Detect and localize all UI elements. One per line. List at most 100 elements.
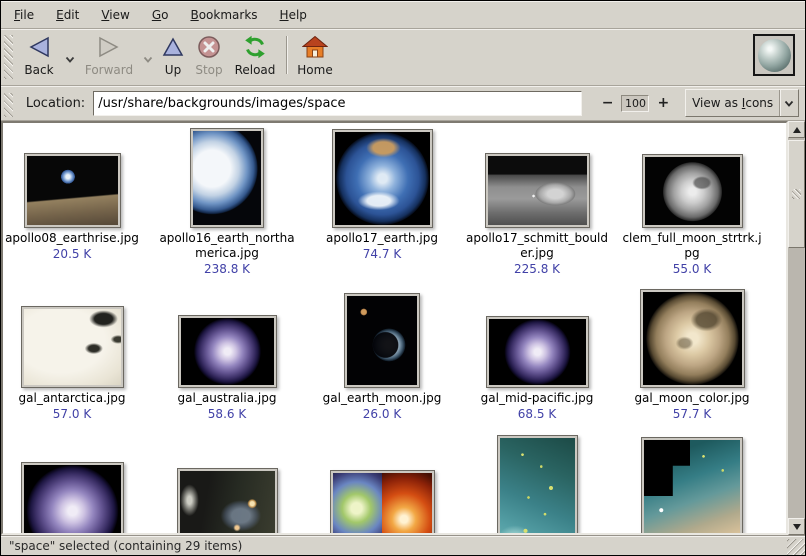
file-item-apollo16-earth-northamerica[interactable]: apollo16_earth_northamerica.jpg 238.8 K xyxy=(154,128,300,277)
file-item-gal-australia[interactable]: gal_australia.jpg 58.6 K xyxy=(154,286,300,422)
file-item-gal-moon-color[interactable]: gal_moon_color.jpg 57.7 K xyxy=(619,286,765,422)
menu-edit[interactable]: Edit xyxy=(45,3,90,27)
back-button[interactable]: Back xyxy=(16,32,62,77)
menu-help[interactable]: Help xyxy=(269,3,318,27)
stop-label: Stop xyxy=(195,63,222,77)
file-name: gal_australia.jpg xyxy=(178,391,277,406)
scrollbar-thumb[interactable] xyxy=(788,140,805,248)
file-item[interactable] xyxy=(309,435,455,535)
arrow-down-icon xyxy=(793,524,801,530)
location-bar: Location: − 100 + View as Icons xyxy=(1,86,805,121)
thumbnail-blue-marble xyxy=(332,129,433,228)
zoom-level-indicator: 100 xyxy=(621,95,649,112)
file-size: 55.0 K xyxy=(673,262,711,277)
file-size: 26.0 K xyxy=(363,407,401,422)
scrollbar-track[interactable] xyxy=(788,138,805,518)
thumbnail-purple-earth xyxy=(21,462,124,535)
thumbnail-earthrise xyxy=(24,153,121,228)
file-name: gal_moon_color.jpg xyxy=(634,391,749,406)
zoom-in-button[interactable]: + xyxy=(655,95,671,111)
menu-bookmarks[interactable]: Bookmarks xyxy=(179,3,268,27)
status-bar: "space" selected (containing 29 items) xyxy=(1,535,805,555)
file-name: apollo17_schmitt_boulder.jpg xyxy=(464,231,610,261)
home-icon xyxy=(302,34,328,60)
menu-file[interactable]: File xyxy=(3,3,45,27)
throbber-globe-icon xyxy=(758,39,791,72)
file-size: 74.7 K xyxy=(363,247,401,262)
reload-button[interactable]: Reload xyxy=(230,32,280,77)
zoom-out-button[interactable]: − xyxy=(600,95,616,111)
file-name: gal_antarctica.jpg xyxy=(19,391,126,406)
forward-history-dropdown[interactable] xyxy=(140,52,156,66)
chevron-down-icon xyxy=(143,52,153,66)
file-item-apollo17-schmitt-boulder[interactable]: apollo17_schmitt_boulder.jpg 225.8 K xyxy=(464,128,610,277)
toolbar-drag-handle[interactable] xyxy=(4,35,13,79)
file-name: clem_full_moon_strtrk.jpg xyxy=(619,231,765,261)
forward-icon xyxy=(96,34,122,60)
status-text: "space" selected (containing 29 items) xyxy=(9,539,242,553)
forward-button[interactable]: Forward xyxy=(78,32,140,77)
menu-view[interactable]: View xyxy=(90,3,140,27)
file-name: apollo16_earth_northamerica.jpg xyxy=(154,231,300,261)
file-size: 58.6 K xyxy=(208,407,246,422)
thumbnail-gray-moon xyxy=(642,154,743,228)
file-size: 225.8 K xyxy=(514,262,560,277)
thumbnail-stepped-nebula xyxy=(641,437,743,535)
file-item-gal-earth-moon[interactable]: gal_earth_moon.jpg 26.0 K xyxy=(309,286,455,422)
thumbnail-purple-earth xyxy=(486,316,589,388)
toolbar-separator xyxy=(286,36,287,74)
thumbnail-teal-nebula xyxy=(497,435,578,535)
back-icon xyxy=(26,34,52,60)
reload-label: Reload xyxy=(235,63,276,77)
file-size: 20.5 K xyxy=(53,247,91,262)
back-history-dropdown[interactable] xyxy=(62,52,78,66)
file-name: gal_mid-pacific.jpg xyxy=(481,391,594,406)
file-item-gal-mid-pacific[interactable]: gal_mid-pacific.jpg 68.5 K xyxy=(464,286,610,422)
up-icon xyxy=(162,34,184,60)
scroll-up-button[interactable] xyxy=(788,121,805,138)
up-label: Up xyxy=(165,63,181,77)
thumbnail-galaxy-pair xyxy=(177,468,278,535)
file-item-gal-antarctica[interactable]: gal_antarctica.jpg 57.0 K xyxy=(1,286,145,422)
menu-go[interactable]: Go xyxy=(141,3,180,27)
scrollbar-grip xyxy=(792,189,801,199)
file-size: 68.5 K xyxy=(518,407,556,422)
zoom-controls: − 100 + xyxy=(600,95,671,112)
toolbar: Back Forward Up Stop xyxy=(1,29,805,86)
file-size: 238.8 K xyxy=(204,262,250,277)
thumbnail-moon-boulder xyxy=(485,153,590,228)
vertical-scrollbar xyxy=(788,121,805,535)
thumbnail-nebula-two-panel xyxy=(330,470,435,535)
thumbnail-earth-and-moon xyxy=(344,293,420,388)
location-bar-drag-handle[interactable] xyxy=(4,93,13,117)
home-button[interactable]: Home xyxy=(293,32,337,77)
file-item[interactable] xyxy=(619,435,765,535)
thumbnail-antarctica xyxy=(21,306,124,388)
chevron-down-icon xyxy=(779,90,798,116)
file-size: 57.7 K xyxy=(673,407,711,422)
location-input[interactable] xyxy=(93,91,582,116)
back-label: Back xyxy=(24,63,53,77)
scroll-down-button[interactable] xyxy=(788,518,805,535)
up-button[interactable]: Up xyxy=(156,32,190,77)
menubar: File Edit View Go Bookmarks Help xyxy=(1,1,805,29)
file-item[interactable] xyxy=(1,435,145,535)
file-manager-window: File Edit View Go Bookmarks Help Back Fo… xyxy=(0,0,806,556)
file-item[interactable] xyxy=(154,435,300,535)
content-area: apollo08_earthrise.jpg 20.5 K apollo16_e… xyxy=(1,121,805,535)
file-item-clem-full-moon[interactable]: clem_full_moon_strtrk.jpg 55.0 K xyxy=(619,128,765,277)
file-item-apollo08-earthrise[interactable]: apollo08_earthrise.jpg 20.5 K xyxy=(1,128,145,262)
file-item-apollo17-earth[interactable]: apollo17_earth.jpg 74.7 K xyxy=(309,128,455,262)
stop-button[interactable]: Stop xyxy=(192,32,226,77)
thumbnail-purple-earth xyxy=(178,315,277,388)
file-name: gal_earth_moon.jpg xyxy=(323,391,442,406)
stop-icon xyxy=(197,34,221,60)
file-item[interactable] xyxy=(464,435,610,535)
thumbnail-earth-limb xyxy=(190,128,264,228)
resize-grip[interactable] xyxy=(787,539,805,555)
file-name: apollo17_earth.jpg xyxy=(326,231,438,246)
view-as-dropdown[interactable]: View as Icons xyxy=(685,89,799,117)
icon-view[interactable]: apollo08_earthrise.jpg 20.5 K apollo16_e… xyxy=(1,121,788,535)
thumbnail-color-moon xyxy=(640,289,745,388)
file-name: apollo08_earthrise.jpg xyxy=(5,231,139,246)
